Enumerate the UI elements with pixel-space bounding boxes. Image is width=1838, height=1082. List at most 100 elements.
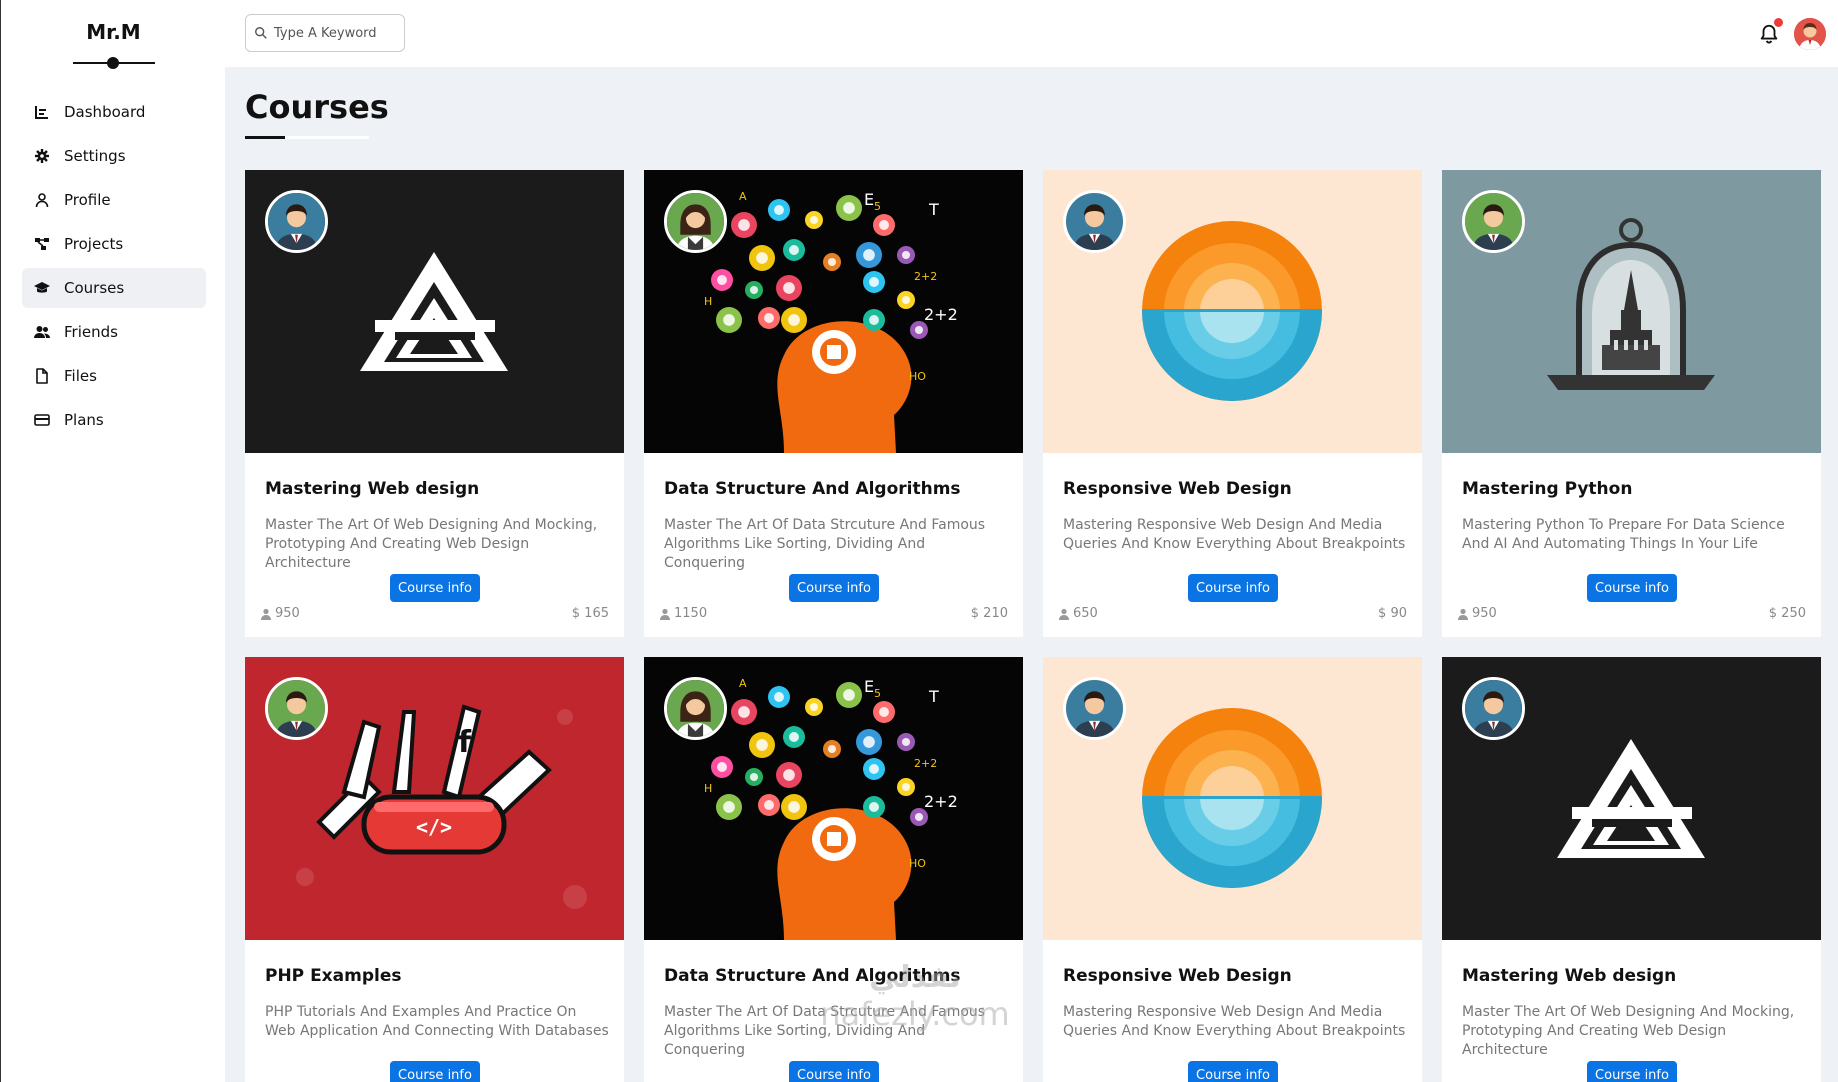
course-info-button[interactable]: Course info [789,574,879,602]
course-description: Master The Art Of Data Strcuture And Fam… [664,1004,986,1058]
student-count: 650 [1073,606,1098,621]
course-description: Master The Art Of Data Strcuture And Fam… [664,517,986,571]
course-info-button[interactable]: Course info [1188,1061,1278,1082]
course-card: Mastering Python Mastering Python To Prep… [1442,170,1821,637]
instructor-avatar [265,190,328,253]
svg-text:E: E [864,190,874,209]
instructor-avatar [1462,190,1525,253]
sidebar-item-label: Settings [64,147,126,165]
sidebar-item-label: Courses [64,279,125,297]
course-card: A 5 2+2 H HO E T 2+2 Data Structure And Algorith… [644,170,1023,637]
course-info-button[interactable]: Course info [390,1061,480,1082]
course-description: Mastering Responsive Web Design And Medi… [1063,1004,1406,1039]
svg-text:A: A [739,677,747,690]
course-image: f </> [245,657,624,940]
sidebar-item-plans[interactable]: Plans [22,400,206,440]
svg-text:5: 5 [874,200,881,213]
svg-text:H: H [704,782,712,795]
sidebar-item-label: Files [64,367,97,385]
course-info-button[interactable]: Course info [1587,574,1677,602]
instructor-avatar [1063,677,1126,740]
course-image [245,170,624,453]
user-avatar[interactable] [1794,18,1826,50]
courses-grid: Mastering Web design Master The Art Of We… [245,170,1821,1082]
svg-text:2+2: 2+2 [914,757,937,770]
svg-text:2+2: 2+2 [924,792,958,811]
course-description: Mastering Responsive Web Design And Medi… [1063,517,1406,552]
student-count: 950 [1472,606,1497,621]
instructor-avatar [1063,190,1126,253]
gear-icon [34,148,50,164]
course-students: 950 [1457,606,1497,621]
sidebar-item-label: Friends [64,323,118,341]
course-title: PHP Examples [265,966,402,986]
svg-text:2+2: 2+2 [924,305,958,324]
svg-text:f: f [458,725,472,760]
sidebar-item-label: Projects [64,235,124,253]
users-icon [34,324,50,340]
diagram-icon [34,236,50,252]
svg-text:2+2: 2+2 [914,270,937,283]
search-icon [255,27,267,39]
brand-logo: Mr.M [86,20,141,44]
course-students: 650 [1058,606,1098,621]
svg-text:E: E [864,677,874,696]
instructor-avatar [664,190,727,253]
svg-text:HO: HO [909,370,926,383]
instructor-avatar [265,677,328,740]
course-price: $ 90 [1378,606,1407,621]
credit-card-icon [34,412,50,428]
course-title: Responsive Web Design [1063,479,1292,499]
course-info-button[interactable]: Course info [390,574,480,602]
course-image [1043,657,1422,940]
course-card: Mastering Web design Master The Art Of We… [1442,657,1821,1082]
course-title: Responsive Web Design [1063,966,1292,986]
course-image [1442,657,1821,940]
sidebar-item-profile[interactable]: Profile [22,180,206,220]
sidebar-item-label: Profile [64,191,111,209]
course-description: Master The Art Of Web Designing And Mock… [1462,1004,1795,1058]
title-underline-accent [245,136,285,139]
course-info-button[interactable]: Course info [789,1061,879,1082]
file-icon [34,368,50,384]
course-title: Mastering Web design [265,479,480,499]
instructor-avatar [664,677,727,740]
sidebar-item-files[interactable]: Files [22,356,206,396]
brand-dot [107,57,119,69]
course-image: A 5 2+2 H HO E T 2+2 [644,657,1023,940]
course-title: Mastering Python [1462,479,1633,499]
course-description: Master The Art Of Web Designing And Mock… [265,517,598,571]
user-icon [660,608,670,620]
graduation-cap-icon [34,280,50,296]
sidebar: Mr.M Dashboard Settings Profile Projects Cou… [0,0,225,1082]
page-title: Courses [245,88,389,126]
user-icon [261,608,271,620]
search-input[interactable] [274,25,394,41]
course-title: Data Structure And Algorithms [664,479,961,499]
notification-badge [1774,18,1783,27]
svg-text:T: T [928,200,939,219]
course-card: f </> PHP Examples PHP Tutorials And Exampl… [245,657,624,1082]
svg-text:T: T [928,687,939,706]
sidebar-item-projects[interactable]: Projects [22,224,206,264]
course-title: Data Structure And Algorithms [664,966,961,986]
course-info-button[interactable]: Course info [1188,574,1278,602]
sidebar-item-label: Plans [64,411,104,429]
course-card: A 5 2+2 H HO E T 2+2 Data Structure And Algorith… [644,657,1023,1082]
sidebar-item-dashboard[interactable]: Dashboard [22,92,206,132]
svg-text:5: 5 [874,687,881,700]
sidebar-item-friends[interactable]: Friends [22,312,206,352]
course-description: PHP Tutorials And Examples And Practice … [265,1004,609,1039]
sidebar-item-settings[interactable]: Settings [22,136,206,176]
sidebar-item-courses[interactable]: Courses [22,268,206,308]
course-price: $ 210 [970,606,1008,621]
dashboard-icon [34,104,50,120]
user-icon [1059,608,1069,620]
user-icon [34,192,50,208]
svg-text:HO: HO [909,857,926,870]
student-count: 950 [275,606,300,621]
course-info-button[interactable]: Course info [1587,1061,1677,1082]
search-box[interactable] [245,14,405,52]
user-icon [1458,608,1468,620]
course-image [1442,170,1821,453]
